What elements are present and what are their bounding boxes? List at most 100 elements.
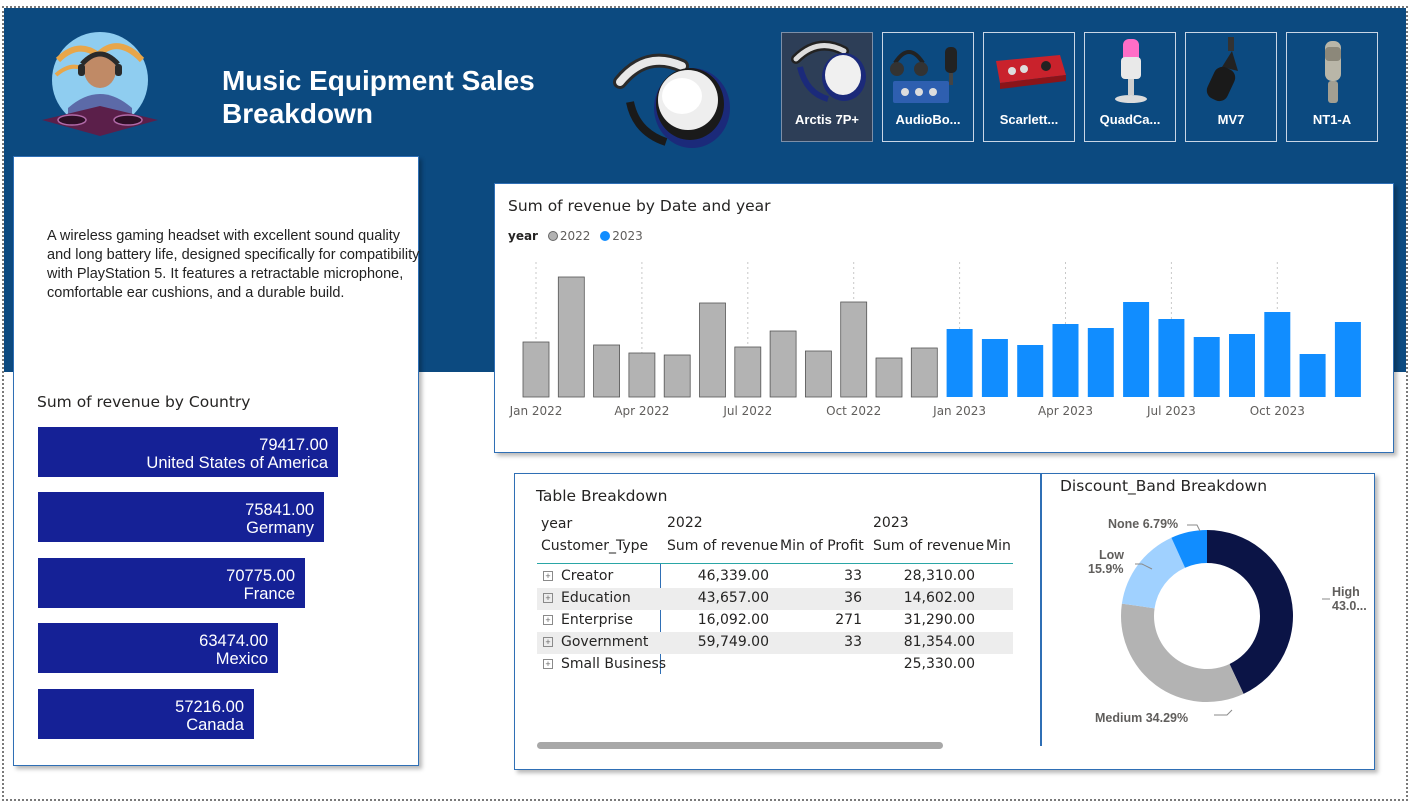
revenue-bar[interactable] <box>1087 328 1114 397</box>
expand-icon[interactable]: + <box>543 571 553 581</box>
product-tile-scarlett[interactable]: Scarlett... <box>983 32 1075 142</box>
table-row[interactable]: + Small Business 25,330.00 <box>537 654 1013 676</box>
title-line-1: Music Equipment Sales <box>222 65 535 96</box>
expand-icon[interactable]: + <box>543 637 553 647</box>
horizontal-scrollbar[interactable] <box>537 742 943 749</box>
table-row[interactable]: + Government 59,749.00 33 81,354.00 <box>537 632 1013 654</box>
donut-slice-low[interactable] <box>1121 537 1186 609</box>
product-tile-mv7[interactable]: MV7 <box>1185 32 1277 142</box>
revenue-bar[interactable] <box>981 339 1008 397</box>
expand-icon[interactable]: + <box>543 593 553 603</box>
revenue-bar[interactable] <box>522 341 550 398</box>
revenue-2023-cell: 28,310.00 <box>903 568 975 584</box>
headset-product-image <box>613 53 730 148</box>
revenue-bar[interactable] <box>875 357 903 398</box>
country-bar[interactable]: 79417.00 United States of America <box>38 427 338 477</box>
table-row[interactable]: + Creator 46,339.00 33 28,310.00 <box>537 566 1013 588</box>
x-tick-label: Apr 2023 <box>1038 404 1093 418</box>
revenue-2022-cell: 16,092.00 <box>697 612 769 628</box>
revenue-2022-cell: 46,339.00 <box>697 568 769 584</box>
revenue-bar[interactable] <box>1264 312 1291 397</box>
revenue-bar[interactable] <box>804 350 832 398</box>
audio-interface-icon <box>996 55 1066 89</box>
page-title: Music Equipment Sales Breakdown <box>222 64 535 130</box>
country-bar-value: 70775.00 <box>226 567 295 585</box>
product-tile-label: QuadCa... <box>1099 112 1161 127</box>
revenue-bar[interactable] <box>769 330 797 398</box>
revenue-bar[interactable] <box>1229 334 1255 397</box>
customer-type-cell: Government <box>561 634 649 650</box>
dj-logo-icon <box>42 32 158 136</box>
donut-slice-medium[interactable] <box>1121 603 1244 702</box>
country-bar-label: France <box>243 585 295 603</box>
revenue-bar[interactable] <box>628 352 656 398</box>
country-bar-value: 79417.00 <box>259 436 328 454</box>
donut-label-high-value: 43.0... <box>1332 599 1367 613</box>
donut-label-low: Low 15.9% <box>1088 548 1124 576</box>
revenue-bar[interactable] <box>1193 337 1220 397</box>
revenue-bar[interactable] <box>593 344 620 398</box>
x-tick-label: Jan 2022 <box>509 404 563 418</box>
revenue-2023-cell: 25,330.00 <box>903 656 975 672</box>
revenue-bar[interactable] <box>1052 324 1079 397</box>
column-header[interactable]: Min of Profit <box>780 538 864 554</box>
revenue-2023-cell: 81,354.00 <box>903 634 975 650</box>
headset-icon <box>791 40 866 102</box>
title-line-2: Breakdown <box>222 98 373 129</box>
table-row[interactable]: + Education 43,657.00 36 14,602.00 <box>537 588 1013 610</box>
product-tile-label: NT1-A <box>1312 112 1352 127</box>
condenser-microphone-icon <box>1325 41 1341 103</box>
product-tile-audiobox[interactable]: AudioBo... <box>882 32 974 142</box>
revenue-bar[interactable] <box>1017 345 1044 397</box>
country-chart-title: Sum of revenue by Country <box>37 393 251 411</box>
donut-label-high: High 43.0... <box>1332 585 1367 613</box>
leader-line <box>1187 524 1201 532</box>
product-tile-label: Scarlett... <box>999 112 1059 127</box>
product-tile-arctis-7p[interactable]: Arctis 7P+ <box>781 32 873 142</box>
year-header-2023: 2023 <box>873 515 909 531</box>
revenue-bar[interactable] <box>699 302 726 398</box>
country-bar[interactable]: 63474.00 Mexico <box>38 623 278 673</box>
product-description: A wireless gaming headset with excellent… <box>47 228 420 301</box>
x-tick-label: Jan 2023 <box>932 404 986 418</box>
x-tick-label: Jul 2023 <box>1146 404 1196 418</box>
country-bar[interactable]: 57216.00 Canada <box>38 689 254 739</box>
product-tile-label: AudioBo... <box>895 112 961 127</box>
customer-type-cell: Small Business <box>561 656 667 672</box>
revenue-bar[interactable] <box>734 346 762 398</box>
product-tile-nt1a[interactable]: NT1-A <box>1286 32 1378 142</box>
column-header[interactable]: Min <box>986 538 1011 554</box>
donut-label-low-name: Low <box>1099 548 1124 562</box>
column-header[interactable]: Sum of revenue <box>873 538 984 554</box>
revenue-bar[interactable] <box>1158 319 1185 397</box>
revenue-bar[interactable] <box>1334 322 1361 397</box>
discount-donut-chart <box>1121 524 1330 716</box>
country-bar[interactable]: 75841.00 Germany <box>38 492 324 542</box>
donut-label-none: None 6.79% <box>1108 517 1179 531</box>
column-header[interactable]: Sum of revenue <box>667 538 778 554</box>
customer-type-cell: Education <box>561 590 631 606</box>
table-title: Table Breakdown <box>536 487 668 505</box>
table-row[interactable]: + Enterprise 16,092.00 271 31,290.00 <box>537 610 1013 632</box>
country-bar-value: 75841.00 <box>245 501 314 519</box>
revenue-bar[interactable] <box>1299 354 1326 397</box>
donut-label-low-value: 15.9% <box>1088 562 1124 576</box>
country-bar-value: 63474.00 <box>199 632 268 650</box>
year-header-2022: 2022 <box>667 515 703 531</box>
revenue-bar[interactable] <box>910 347 938 398</box>
revenue-2023-cell: 31,290.00 <box>903 612 975 628</box>
product-tile-quadcast[interactable]: QuadCa... <box>1084 32 1176 142</box>
revenue-bar[interactable] <box>946 329 973 397</box>
revenue-bar[interactable] <box>557 276 585 398</box>
revenue-bar[interactable] <box>1123 302 1150 397</box>
country-bar[interactable]: 70775.00 France <box>38 558 305 608</box>
revenue-bar[interactable] <box>663 354 691 398</box>
revenue-bar-chart: Jan 2022 Apr 2022 Jul 2022 Oct 2022 Jan 2023… <box>509 262 1361 418</box>
revenue-bar[interactable] <box>840 301 868 398</box>
usb-microphone-icon <box>1115 39 1147 103</box>
expand-icon[interactable]: + <box>543 615 553 625</box>
product-info-card: A wireless gaming headset with excellent… <box>13 156 419 766</box>
country-bar-label: Canada <box>186 716 244 734</box>
expand-icon[interactable]: + <box>543 659 553 669</box>
revenue-by-date-card: Sum of revenue by Date and year year 202… <box>494 183 1394 453</box>
